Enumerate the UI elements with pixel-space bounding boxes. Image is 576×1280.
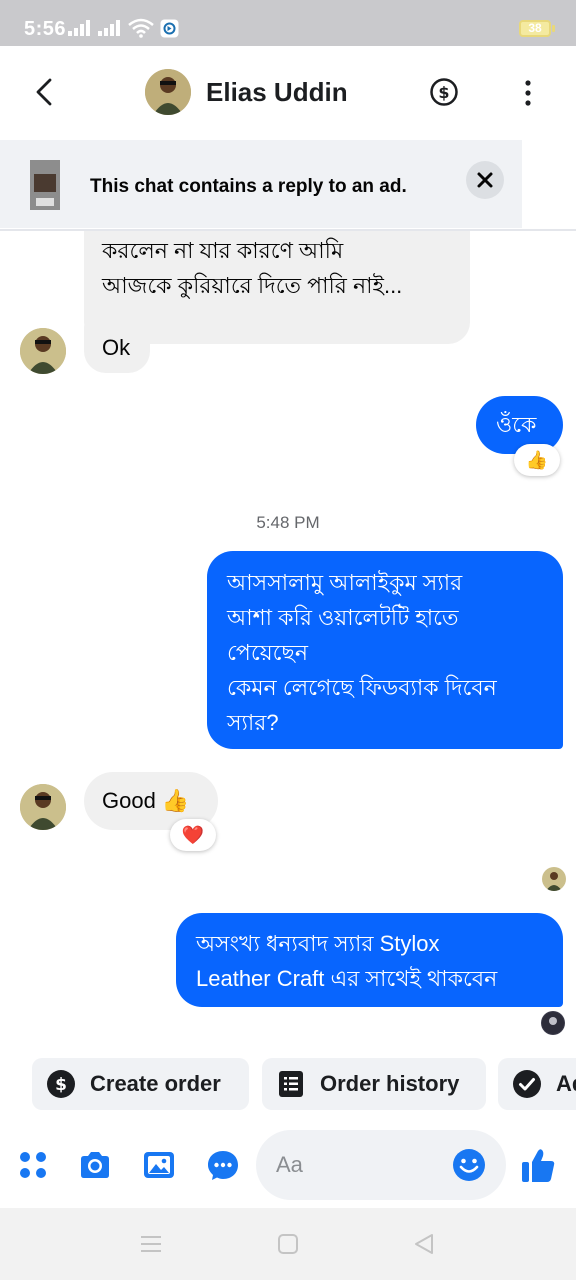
chat-header: Elias Uddin $ <box>0 46 576 140</box>
message-text-line: অসংখ্য ধন্যবাদ স্যার Stylox <box>196 931 440 956</box>
input-placeholder: Aa <box>276 1152 303 1177</box>
outgoing-message-bubble[interactable]: আসসালামু আলাইকুম স্যার আশা করি ওয়ালেটটি… <box>207 551 563 749</box>
svg-text:$: $ <box>438 83 449 102</box>
create-order-chip[interactable]: $ Create order <box>32 1058 249 1110</box>
battery-icon: 38 <box>519 20 551 37</box>
system-navigation-bar <box>0 1208 576 1280</box>
thumbs-up-reaction[interactable]: 👍 <box>514 444 560 476</box>
message-text-line: পেয়েছেন <box>227 640 308 665</box>
partial-chip[interactable]: Ad <box>498 1058 576 1110</box>
signal-icon <box>68 20 90 36</box>
home-icon[interactable] <box>276 1232 300 1256</box>
message-input[interactable]: Aa <box>256 1130 506 1200</box>
sender-avatar[interactable] <box>20 328 66 374</box>
message-text: ওঁকে <box>496 412 537 437</box>
ad-banner-text: This chat contains a reply to an ad. <box>90 176 407 197</box>
ad-thumbnail[interactable] <box>30 160 60 210</box>
reaction-emoji: ❤️ <box>181 825 205 845</box>
page-seen-avatar <box>541 1011 565 1035</box>
data-saver-icon <box>160 19 179 38</box>
emoji-icon[interactable] <box>452 1148 486 1182</box>
signal-icon-2 <box>98 20 120 36</box>
message-timestamp: 5:48 PM <box>256 513 320 532</box>
thumbs-up-send-icon[interactable] <box>520 1146 556 1184</box>
svg-text:$: $ <box>55 1075 67 1095</box>
status-bar: 5:56 38 <box>0 0 576 46</box>
apps-grid-icon[interactable] <box>16 1148 50 1182</box>
battery-level: 38 <box>528 21 542 35</box>
message-text-line: কেমন লেগেছে ফিডব্যাক দিবেন <box>227 675 497 700</box>
message-text: Good 👍 <box>102 788 190 813</box>
order-history-chip[interactable]: Order history <box>262 1058 486 1110</box>
message-text: Ok <box>102 335 131 360</box>
chip-label: Order history <box>320 1071 460 1096</box>
contact-name[interactable]: Elias Uddin <box>206 77 348 108</box>
chip-label: Create order <box>90 1071 221 1096</box>
recents-icon[interactable] <box>139 1232 163 1256</box>
message-text-line: করলেন না যার কারণে আমি <box>102 238 344 263</box>
chip-label: Ad <box>556 1071 576 1096</box>
status-time: 5:56 <box>24 18 67 40</box>
close-icon <box>477 172 493 188</box>
back-arrow-icon[interactable] <box>30 74 62 110</box>
wifi-icon <box>128 18 154 38</box>
message-text-line: আসসালামু আলাইকুম স্যার <box>227 570 463 595</box>
back-triangle-icon[interactable] <box>412 1232 436 1256</box>
check-circle-icon <box>513 1070 541 1098</box>
message-composer: Aa <box>0 1122 576 1208</box>
camera-icon[interactable] <box>78 1148 112 1182</box>
message-list[interactable]: করলেন না যার কারণে আমি আজকে কুরিয়ারে দি… <box>0 231 576 1046</box>
outgoing-message-bubble[interactable]: অসংখ্য ধন্যবাদ স্যার Stylox Leather Craf… <box>176 913 563 1007</box>
heart-reaction[interactable]: ❤️ <box>170 819 216 851</box>
close-banner-button[interactable] <box>466 161 504 199</box>
battery-tip <box>552 25 555 32</box>
list-document-icon <box>279 1071 303 1097</box>
more-options-icon[interactable] <box>516 78 540 108</box>
gallery-icon[interactable] <box>142 1148 176 1182</box>
reaction-emoji: 👍 <box>525 450 549 470</box>
dollar-circle-icon: $ <box>47 1070 75 1098</box>
dollar-icon[interactable]: $ <box>429 77 459 107</box>
contact-avatar[interactable] <box>145 69 191 115</box>
quick-reply-bar: $ Create order Order history Ad <box>0 1058 576 1112</box>
message-text-line: স্যার? <box>227 710 279 735</box>
sender-avatar[interactable] <box>20 784 66 830</box>
message-text-line: আজকে কুরিয়ারে দিতে পারি নাই... <box>102 273 403 298</box>
message-text-line: আশা করি ওয়ালেটটি হাতে <box>227 605 459 630</box>
message-text-line: Leather Craft এর সাথেই থাকবেন <box>196 966 498 991</box>
chat-bubble-icon[interactable] <box>206 1148 240 1182</box>
seen-indicator-avatar <box>542 867 566 891</box>
ad-reply-banner: This chat contains a reply to an ad. <box>0 140 522 228</box>
incoming-message-bubble[interactable]: Ok <box>84 323 150 373</box>
